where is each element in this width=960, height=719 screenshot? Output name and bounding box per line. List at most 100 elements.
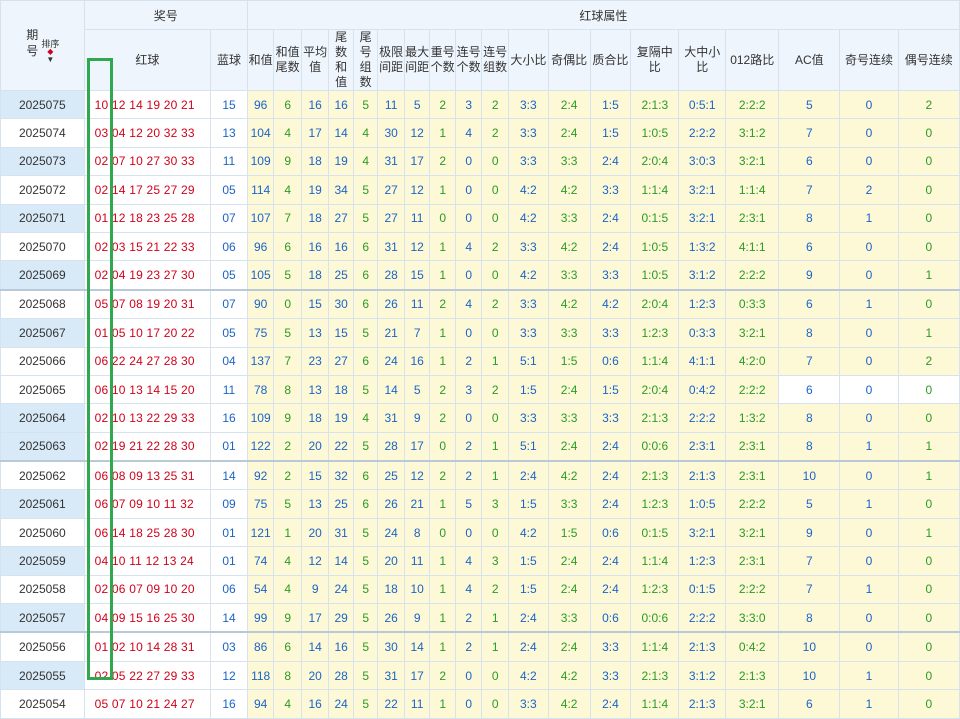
red-ball-attr-header: 红球属性 (246, 0, 960, 30)
attr-cell: 3:3 (507, 118, 549, 148)
attr-cell: 24 (328, 689, 354, 719)
attr-cell: 8 (778, 403, 841, 433)
attr-header: 重号个数 (429, 29, 456, 91)
attr-cell: 4:1:1 (725, 231, 780, 262)
attr-cell: 5:1 (507, 431, 549, 462)
attr-cell: 1:1:4 (725, 175, 780, 205)
attr-cell: 1 (429, 346, 456, 376)
attr-cell: 0 (897, 574, 960, 605)
attr-cell: 15 (328, 318, 354, 348)
attr-cell: 0:3:3 (725, 288, 780, 320)
attr-cell: 18 (328, 374, 354, 405)
attr-cell: 1 (839, 489, 899, 519)
issue-cell: 2025068 (0, 288, 85, 320)
red-balls-cell: 01 02 10 14 28 31 (83, 631, 212, 662)
red-balls-cell: 10 12 14 19 20 21 (83, 89, 212, 120)
attr-cell: 1 (481, 631, 509, 662)
attr-cell: 3:2:1 (725, 517, 780, 548)
attr-cell: 8 (778, 203, 841, 233)
issue-header[interactable]: 期号 排序 ◆ ▼ (0, 0, 85, 91)
attr-cell: 3:3 (547, 203, 591, 233)
attr-cell: 2 (429, 146, 456, 177)
table-row: 2025068 05 07 08 19 20 31 07 90 0 15 30 6 26 11 2 4… (0, 288, 960, 320)
issue-cell: 2025060 (0, 517, 85, 548)
lottery-table: 期号 排序 ◆ ▼ 奖号 红球属性 红球 蓝球 和值 和值尾数 平均值 尾数和值 尾号组数 极限间距 最大间… (0, 0, 960, 719)
attr-cell: 2:4 (547, 574, 591, 605)
attr-cell: 5 (403, 89, 431, 120)
attr-cell: 3:0:3 (678, 146, 727, 177)
attr-cell: 32 (328, 460, 354, 491)
attr-cell: 0:6 (589, 603, 632, 633)
attr-cell: 29 (328, 603, 354, 633)
attr-cell: 0 (481, 146, 509, 177)
attr-cell: 1:2:3 (630, 318, 680, 348)
attr-cell: 7 (778, 346, 841, 376)
attr-cell: 4 (273, 546, 302, 576)
attr-header: 质合比 (589, 29, 632, 91)
attr-cell: 122 (246, 431, 275, 462)
attr-cell: 2:4 (589, 231, 632, 262)
attr-cell: 12 (403, 175, 431, 205)
table-row: 2025058 02 06 07 09 10 20 06 54 4 9 24 5 18 10 1 4 2… (0, 574, 960, 605)
attr-cell: 0:1:5 (630, 517, 680, 548)
red-balls-cell: 02 10 13 22 29 33 (83, 403, 212, 433)
attr-cell: 31 (377, 660, 405, 691)
attr-cell: 2:1:3 (678, 631, 727, 662)
attr-cell: 27 (377, 203, 405, 233)
attr-cell: 2:1:3 (630, 660, 680, 691)
attr-cell: 1:2:3 (630, 489, 680, 519)
table-row: 2025064 02 10 13 22 29 33 16 109 9 18 19 4 31 9 2 0… (0, 403, 960, 433)
attr-cell: 0 (481, 660, 509, 691)
attr-header: 012路比 (725, 29, 780, 91)
attr-cell: 16 (300, 231, 330, 262)
attr-cell: 74 (246, 546, 275, 576)
red-balls-cell: 04 09 15 16 25 30 (83, 603, 212, 633)
attr-cell: 4:2 (547, 660, 591, 691)
attr-cell: 2:1:3 (725, 660, 780, 691)
attr-cell: 26 (377, 489, 405, 519)
sort-icon[interactable]: 排序 ◆ ▼ (41, 39, 59, 64)
issue-cell: 2025067 (0, 318, 85, 348)
attr-cell: 4 (273, 689, 302, 719)
attr-cell: 4 (454, 574, 483, 605)
attr-cell: 3:2:1 (725, 689, 780, 719)
attr-cell: 5 (273, 318, 302, 348)
attr-cell: 14 (328, 546, 354, 576)
attr-cell: 3:3:0 (725, 603, 780, 633)
attr-cell: 18 (300, 146, 330, 177)
attr-cell: 7 (778, 574, 841, 605)
attr-cell: 3:3 (507, 318, 549, 348)
attr-cell: 2 (273, 460, 302, 491)
attr-cell: 7 (273, 203, 302, 233)
blue-ball-cell: 05 (210, 260, 248, 291)
table-row: 2025074 03 04 12 20 32 33 13 104 4 17 14 4 30 12 1… (0, 118, 960, 148)
attr-cell: 2 (481, 231, 509, 262)
attr-cell: 0 (454, 260, 483, 291)
attr-cell: 16 (300, 89, 330, 120)
attr-cell: 1 (481, 603, 509, 633)
attr-cell: 13 (300, 489, 330, 519)
attr-cell: 2:1:3 (678, 460, 727, 491)
attr-cell: 18 (300, 203, 330, 233)
attr-cell: 0 (839, 318, 899, 348)
table-row: 2025075 10 12 14 19 20 21 15 96 6 16 16 5 11 5 2 3 2… (0, 89, 960, 120)
attr-cell: 31 (377, 231, 405, 262)
attr-cell: 0 (897, 689, 960, 719)
issue-cell: 2025072 (0, 175, 85, 205)
attr-cell: 0:0:6 (630, 431, 680, 462)
attr-cell: 1:3:2 (725, 403, 780, 433)
attr-cell: 2:4 (589, 203, 632, 233)
attr-cell: 1 (839, 574, 899, 605)
attr-cell: 3:3 (507, 146, 549, 177)
attr-cell: 0 (429, 431, 456, 462)
attr-cell: 2:2:2 (678, 403, 727, 433)
issue-cell: 2025075 (0, 89, 85, 120)
attr-cell: 31 (328, 517, 354, 548)
blue-ball-cell: 01 (210, 517, 248, 548)
attr-cell: 7 (403, 318, 431, 348)
attr-cell: 1 (429, 689, 456, 719)
attr-cell: 2 (839, 175, 899, 205)
attr-cell: 16 (328, 89, 354, 120)
table-row: 2025072 02 14 17 25 27 29 05 114 4 19 34 5 27 12 1… (0, 175, 960, 205)
attr-cell: 0 (454, 403, 483, 433)
